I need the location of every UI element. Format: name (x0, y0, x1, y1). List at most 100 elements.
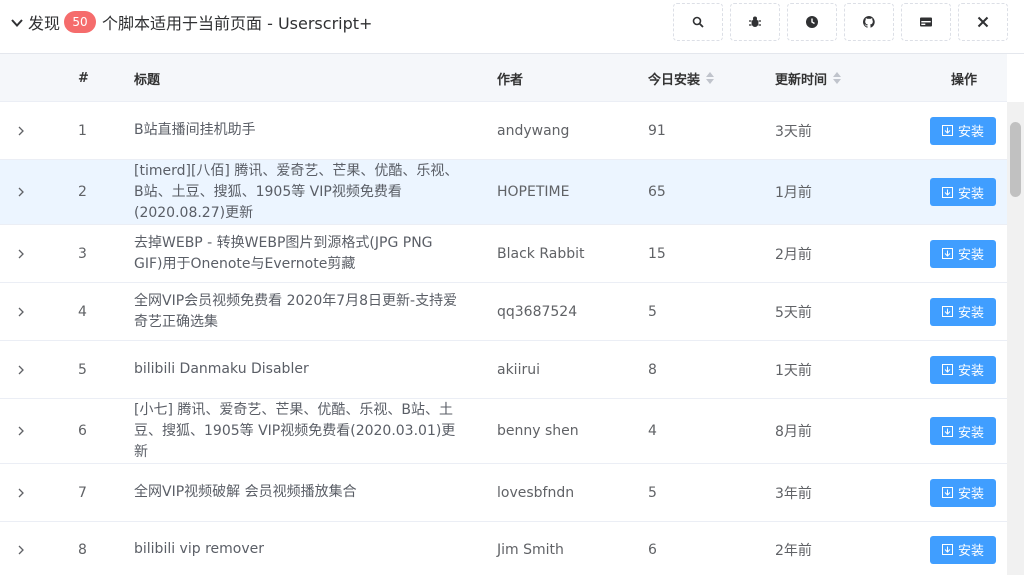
install-icon (941, 364, 953, 375)
install-button[interactable]: 安装 (930, 116, 996, 145)
row-num: 5 (78, 361, 87, 378)
bug-icon (749, 16, 761, 27)
install-icon (941, 125, 953, 136)
row-num: 1 (78, 122, 87, 139)
chevron-down-icon[interactable] (10, 15, 24, 29)
table-row[interactable]: 7 全网VIP视频破解 会员视频播放集合 lovesbfndn 5 3年前 安装 (0, 464, 1007, 522)
table-row[interactable]: 4 全网VIP会员视频免费看 2020年7月8日更新-支持爱奇艺正确选集 qq3… (0, 283, 1007, 341)
scrollbar[interactable] (1007, 102, 1024, 575)
row-installs: 6 (648, 541, 657, 558)
install-button[interactable]: 安装 (930, 178, 996, 206)
title-suffix: 个脚本适用于当前页面 - Userscript+ (102, 14, 373, 33)
table-row[interactable]: 6 [小七] 腾讯、爱奇艺、芒果、优酷、乐视、B站、土豆、搜狐、1905等 VI… (0, 399, 1007, 464)
install-button[interactable]: 安装 (930, 535, 996, 564)
row-updated: 3年前 (775, 485, 812, 502)
row-author: HOPETIME (497, 184, 570, 200)
row-author: lovesbfndn (497, 484, 575, 501)
history-icon (806, 16, 818, 28)
table-row[interactable]: 3 去掉WEBP - 转换WEBP图片到源格式(JPG PNG GIF)用于On… (0, 225, 1007, 283)
close-button[interactable] (958, 3, 1008, 41)
col-num: # (78, 70, 89, 86)
github-button[interactable] (844, 3, 894, 41)
row-title: 全网VIP会员视频免费看 2020年7月8日更新-支持爱奇艺正确选集 (134, 292, 458, 330)
row-num: 2 (78, 184, 87, 200)
row-title: [小七] 腾讯、爱奇艺、芒果、优酷、乐视、B站、土豆、搜狐、1905等 VIP视… (134, 401, 456, 460)
install-label: 安装 (957, 424, 984, 440)
col-installs[interactable]: 今日安装 (648, 54, 715, 102)
expand-icon[interactable] (16, 283, 30, 340)
row-author: andywang (497, 122, 570, 139)
install-button[interactable]: 安装 (930, 239, 996, 268)
table-row[interactable]: 5 bilibili Danmaku Disabler akiirui 8 1天… (0, 341, 1007, 399)
search-button[interactable] (673, 3, 723, 41)
col-title: 标题 (134, 72, 161, 88)
scripts-table: # 标题 作者 今日安装 更新时间 操作 1 B站直播间挂机助手 andywan… (0, 54, 1007, 575)
header-bar: 发现 50 个脚本适用于当前页面 - Userscript+ (0, 0, 1024, 54)
col-author: 作者 (497, 72, 524, 88)
install-label: 安装 (957, 247, 984, 262)
row-num: 7 (78, 484, 87, 501)
install-label: 安装 (957, 305, 984, 320)
header-title[interactable]: 发现 50 个脚本适用于当前页面 - Userscript+ (10, 10, 372, 34)
install-label: 安装 (957, 543, 984, 558)
install-label: 安装 (957, 185, 984, 201)
install-button[interactable]: 安装 (930, 297, 996, 326)
table-header: # 标题 作者 今日安装 更新时间 操作 (0, 54, 1007, 102)
row-author: benny shen (497, 423, 579, 439)
sort-icon[interactable] (833, 72, 842, 84)
row-installs: 5 (648, 484, 657, 501)
row-updated: 2月前 (775, 246, 812, 263)
install-icon (941, 306, 953, 317)
row-updated: 8月前 (775, 424, 812, 440)
table-row[interactable]: 8 bilibili vip remover Jim Smith 6 2年前 安… (0, 522, 1007, 575)
row-updated: 2年前 (775, 542, 812, 559)
row-author: qq3687524 (497, 303, 578, 320)
row-updated: 1天前 (775, 362, 812, 379)
expand-icon[interactable] (16, 464, 30, 521)
expand-icon[interactable] (16, 399, 30, 463)
close-icon (977, 16, 989, 28)
count-badge: 50 (64, 11, 97, 33)
scrollbar-thumb[interactable] (1010, 122, 1021, 197)
row-updated: 1月前 (775, 185, 812, 201)
expand-icon[interactable] (16, 102, 30, 159)
row-updated: 5天前 (775, 304, 812, 321)
row-installs: 4 (648, 423, 657, 439)
toolbar (673, 3, 1008, 41)
install-button[interactable]: 安装 (930, 355, 996, 384)
panel-button[interactable] (901, 3, 951, 41)
install-icon (941, 544, 953, 555)
github-icon (862, 15, 875, 28)
row-title: 全网VIP视频破解 会员视频播放集合 (134, 484, 357, 500)
install-label: 安装 (957, 124, 984, 139)
row-updated: 3天前 (775, 123, 812, 140)
row-title: [timerd][八佰] 腾讯、爱奇艺、芒果、优酷、乐视、B站、土豆、搜狐、19… (134, 162, 459, 221)
row-author: Black Rabbit (497, 245, 585, 262)
row-installs: 5 (648, 303, 657, 320)
table-row[interactable]: 1 B站直播间挂机助手 andywang 91 3天前 安装 (0, 102, 1007, 160)
install-button[interactable]: 安装 (930, 417, 996, 445)
col-updated-label: 更新时间 (775, 72, 828, 88)
row-num: 8 (78, 541, 87, 558)
sort-icon[interactable] (706, 72, 715, 84)
col-updated[interactable]: 更新时间 (775, 54, 842, 102)
search-icon (692, 16, 704, 28)
install-button[interactable]: 安装 (930, 478, 996, 507)
expand-icon[interactable] (16, 160, 30, 224)
col-installs-label: 今日安装 (648, 72, 701, 88)
row-num: 3 (78, 245, 87, 262)
table-row[interactable]: 2 [timerd][八佰] 腾讯、爱奇艺、芒果、优酷、乐视、B站、土豆、搜狐、… (0, 160, 1007, 225)
bug-report-button[interactable] (730, 3, 780, 41)
install-icon (941, 487, 953, 498)
row-author: akiirui (497, 361, 540, 378)
history-button[interactable] (787, 3, 837, 41)
expand-icon[interactable] (16, 522, 30, 575)
expand-icon[interactable] (16, 225, 30, 282)
panel-icon (920, 17, 932, 27)
row-title: B站直播间挂机助手 (134, 122, 256, 138)
row-num: 4 (78, 303, 87, 320)
row-installs: 91 (648, 122, 666, 139)
expand-icon[interactable] (16, 341, 30, 398)
row-title: 去掉WEBP - 转换WEBP图片到源格式(JPG PNG GIF)用于Onen… (134, 234, 433, 272)
row-installs: 8 (648, 361, 657, 378)
